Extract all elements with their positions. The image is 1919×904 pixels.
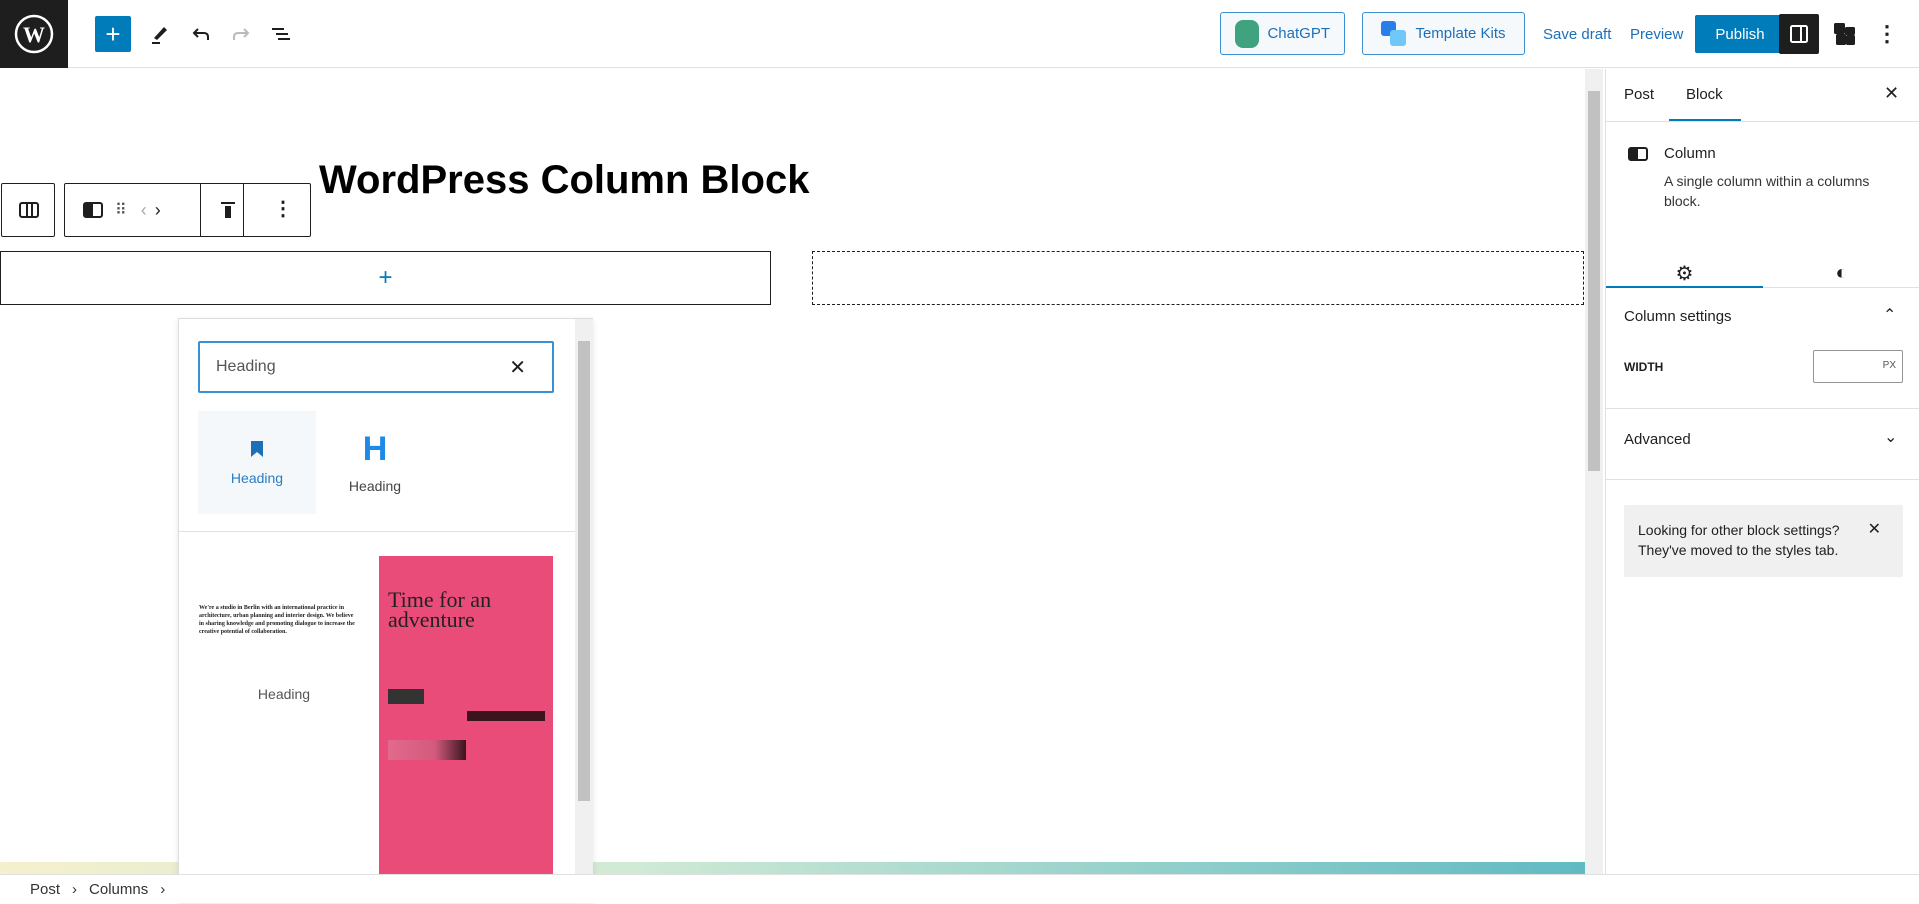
- move-left-icon[interactable]: ‹: [141, 200, 147, 221]
- plugin-blocks-icon[interactable]: [1830, 16, 1860, 52]
- tab-styles[interactable]: ◐: [1763, 247, 1919, 299]
- preview-button[interactable]: Preview: [1630, 16, 1683, 52]
- block-result-heading-selected[interactable]: Heading: [198, 411, 316, 514]
- block-search-input[interactable]: Heading ✕: [198, 341, 554, 393]
- tab-block[interactable]: Block: [1686, 86, 1723, 103]
- styles-half-circle-icon: ◐: [1835, 261, 1848, 284]
- block-options-icon[interactable]: ⋮: [273, 196, 293, 221]
- clear-search-icon[interactable]: ✕: [509, 355, 526, 380]
- add-block-plus-icon[interactable]: +: [378, 264, 392, 292]
- breadcrumb-columns[interactable]: Columns: [89, 881, 148, 898]
- columns-icon: [19, 202, 39, 218]
- column-block-left[interactable]: +: [0, 251, 771, 305]
- breadcrumb-separator-icon: ›: [72, 880, 78, 898]
- advanced-toggle[interactable]: Advanced: [1624, 431, 1691, 448]
- width-input[interactable]: PX: [1813, 350, 1903, 383]
- post-title[interactable]: WordPress Column Block: [319, 158, 809, 203]
- column-block-icon: [1628, 147, 1648, 161]
- bookmark-icon: [251, 440, 263, 457]
- heading-icon: H: [362, 429, 388, 468]
- breadcrumb-post[interactable]: Post: [30, 881, 60, 898]
- chevron-up-icon[interactable]: ⌃: [1883, 305, 1896, 325]
- options-menu-icon[interactable]: ⋮: [1875, 16, 1899, 52]
- drag-handle-icon[interactable]: ⠿: [115, 200, 127, 220]
- settings-sidebar-toggle[interactable]: [1779, 14, 1819, 54]
- vertical-align-top-icon[interactable]: [218, 200, 238, 220]
- column-settings-toggle[interactable]: Column settings: [1624, 308, 1732, 325]
- block-inserter-popover: Heading ✕ Heading H Heading We're a stud…: [178, 318, 593, 904]
- tab-settings[interactable]: ⚙: [1606, 247, 1763, 299]
- column-icon[interactable]: [83, 200, 103, 220]
- tab-post[interactable]: Post: [1624, 86, 1654, 103]
- parent-block-selector[interactable]: [1, 183, 55, 237]
- block-breadcrumb: Post › Columns ›: [0, 874, 1919, 903]
- styles-moved-notice: Looking for other block settings? They'v…: [1624, 505, 1903, 577]
- block-card-title: Column: [1664, 145, 1716, 162]
- block-result-heading[interactable]: H Heading: [316, 411, 434, 514]
- inserter-scrollbar[interactable]: [575, 319, 593, 904]
- breadcrumb-separator-icon: ›: [160, 880, 166, 898]
- chevron-down-icon[interactable]: ⌄: [1884, 427, 1897, 447]
- block-toolbar: ⠿ ‹ › ⋮: [64, 183, 311, 237]
- close-sidebar-icon[interactable]: ✕: [1884, 83, 1899, 104]
- sidebar-icon: [1790, 25, 1808, 43]
- editor-canvas: WordPress Column Block ⠿ ‹ › ⋮ + Heading…: [0, 0, 1585, 904]
- move-right-icon[interactable]: ›: [155, 200, 161, 221]
- settings-sidebar: Post Block ✕ Column A single column with…: [1605, 69, 1919, 874]
- pattern-preview-adventure[interactable]: Time for an adventure: [379, 556, 553, 879]
- pattern-preview-studio[interactable]: We're a studio in Berlin with an interna…: [199, 559, 369, 759]
- dismiss-notice-icon[interactable]: ✕: [1868, 520, 1881, 540]
- editor-scrollbar[interactable]: [1585, 69, 1603, 874]
- publish-button[interactable]: Publish: [1695, 15, 1785, 53]
- block-card-description: A single column within a columns block.: [1664, 173, 1870, 209]
- width-label: WIDTH: [1624, 360, 1664, 374]
- width-unit[interactable]: PX: [1883, 360, 1896, 371]
- gear-icon: ⚙: [1675, 262, 1694, 285]
- column-block-right[interactable]: [812, 251, 1584, 305]
